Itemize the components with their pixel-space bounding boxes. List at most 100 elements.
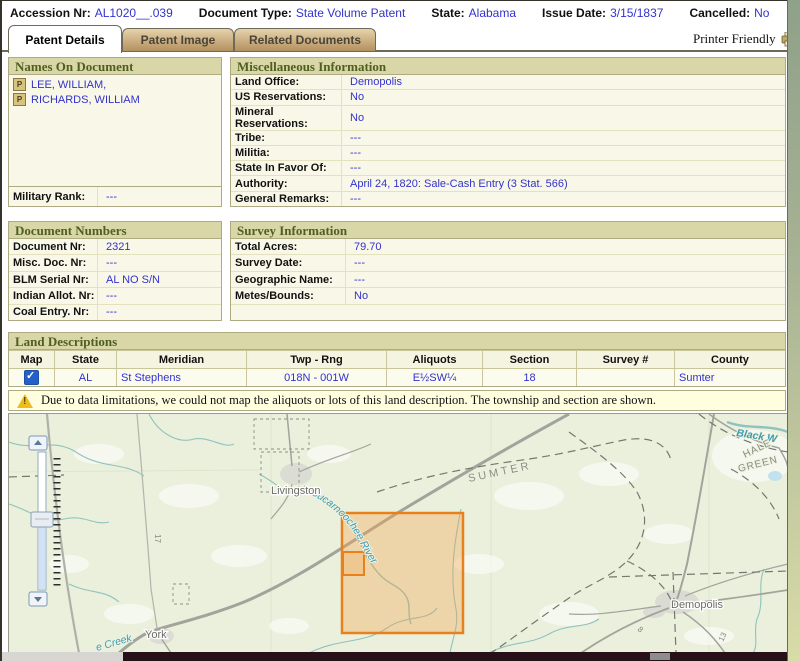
- field-value: AL NO S/N: [97, 272, 221, 287]
- doc-row-blm-serial-nr: BLM Serial Nr:AL NO S/N: [9, 272, 221, 288]
- township-map[interactable]: Sucarnoochee River Black W e Creek SUMTE…: [8, 413, 789, 654]
- col-survey-nr: Survey #: [577, 350, 675, 368]
- printer-friendly-button[interactable]: Printer Friendly: [693, 31, 798, 47]
- meridian-cell: St Stephens: [117, 368, 247, 386]
- names-list: P LEE, WILLIAM, P RICHARDS, WILLIAM: [9, 75, 221, 186]
- col-county: County: [675, 350, 785, 368]
- col-state: State: [55, 350, 117, 368]
- doc-rows: Document Nr:2321 Misc. Doc. Nr:--- BLM S…: [9, 239, 221, 320]
- military-rank-row: Military Rank: ---: [9, 186, 221, 206]
- col-twp-rng: Twp - Rng: [247, 350, 387, 368]
- town-label-livingston: Livingston: [271, 485, 321, 497]
- aliquots-cell: E½SW¼: [387, 368, 483, 386]
- misc-row-authority: Authority:April 24, 1820: Sale-Cash Entr…: [231, 176, 785, 191]
- name-entry: P LEE, WILLIAM,: [13, 78, 217, 91]
- road-label-17: 17: [153, 534, 162, 543]
- scrollbar-thumb[interactable]: [2, 652, 123, 661]
- misc-row-us-reservations: US Reservations:No: [231, 90, 785, 105]
- issuedate-field: Issue Date:3/15/1837: [542, 4, 663, 22]
- field-label: Indian Allot. Nr:: [9, 290, 97, 302]
- tab-patent-details[interactable]: Patent Details: [8, 25, 122, 53]
- field-value: ---: [341, 161, 785, 175]
- field-value: April 24, 1820: Sale-Cash Entry (3 Stat.…: [341, 176, 785, 190]
- field-value: 79.70: [345, 239, 785, 254]
- field-value: 2321: [97, 239, 221, 254]
- field-value: ---: [341, 146, 785, 160]
- tab-related-documents[interactable]: Related Documents: [234, 28, 376, 51]
- patentee-name-link[interactable]: LEE, WILLIAM,: [31, 79, 106, 91]
- misc-information-panel: Miscellaneous Information Land Office:De…: [230, 57, 786, 207]
- zoom-slider-fill: [39, 526, 45, 589]
- field-value: ---: [97, 305, 221, 320]
- patentee-icon: P: [13, 78, 26, 91]
- pond: [768, 471, 782, 481]
- printer-friendly-label: Printer Friendly: [693, 31, 776, 47]
- field-label: Metes/Bounds:: [231, 290, 345, 302]
- doc-panel-title: Document Numbers: [9, 222, 221, 239]
- horizontal-scrollbar[interactable]: [2, 652, 787, 661]
- misc-row-general-remarks: General Remarks:---: [231, 192, 785, 206]
- section-cell: 18: [483, 368, 577, 386]
- warning-text: Due to data limitations, we could not ma…: [41, 393, 656, 408]
- survey-nr-cell: [577, 368, 675, 386]
- field-value: ---: [345, 272, 785, 287]
- misc-row-tribe: Tribe:---: [231, 131, 785, 146]
- doctype-value: State Volume Patent: [296, 6, 405, 20]
- map-canvas[interactable]: Sucarnoochee River Black W e Creek SUMTE…: [9, 414, 788, 653]
- misc-row-militia: Militia:---: [231, 146, 785, 161]
- doctype-label: Document Type:: [199, 6, 292, 20]
- field-value: No: [341, 90, 785, 104]
- field-label: BLM Serial Nr:: [9, 274, 97, 286]
- survey-row-total-acres: Total Acres:79.70: [231, 239, 785, 255]
- warning-icon: [17, 394, 33, 408]
- misc-row-mineral-reservations: Mineral Reservations:No: [231, 106, 785, 131]
- patentee-icon: P: [13, 93, 26, 106]
- col-map: Map: [9, 350, 55, 368]
- field-value: ---: [345, 255, 785, 270]
- land-descriptions-panel: Land Descriptions Map State Meridian Twp…: [8, 332, 786, 387]
- field-label: US Reservations:: [231, 91, 341, 103]
- issuedate-value: 3/15/1837: [610, 6, 663, 20]
- land-panel-title: Land Descriptions: [9, 333, 785, 350]
- misc-row-state-in-favor-of: State In Favor Of:---: [231, 161, 785, 176]
- tab-patent-image[interactable]: Patent Image: [122, 28, 234, 51]
- field-label: Mineral Reservations:: [231, 106, 341, 130]
- survey-information-panel: Survey Information Total Acres:79.70 Sur…: [230, 221, 786, 321]
- field-label: Militia:: [231, 147, 341, 159]
- survey-rows: Total Acres:79.70 Survey Date:--- Geogra…: [231, 239, 785, 320]
- scrollbar-segment: [650, 653, 670, 660]
- accession-field: Accession Nr: AL1020__.039: [10, 4, 173, 22]
- window-top-border: [0, 0, 800, 1]
- field-label: Document Nr:: [9, 241, 97, 253]
- doc-row-indian-allot-nr: Indian Allot. Nr:---: [9, 288, 221, 304]
- window-left-border: [0, 0, 2, 661]
- col-meridian: Meridian: [117, 350, 247, 368]
- state-field: State:Alabama: [431, 4, 516, 22]
- accession-label: Accession Nr:: [10, 6, 91, 20]
- accession-value: AL1020__.039: [95, 6, 173, 20]
- survey-row-metes-bounds: Metes/Bounds:No: [231, 288, 785, 304]
- misc-rows: Land Office:Demopolis US Reservations:No…: [231, 75, 785, 206]
- doctype-field: Document Type: State Volume Patent: [199, 4, 406, 22]
- survey-row-empty: [231, 305, 785, 320]
- field-label: General Remarks:: [231, 193, 341, 205]
- field-label: Tribe:: [231, 132, 341, 144]
- land-table-header: Map State Meridian Twp - Rng Aliquots Se…: [9, 350, 785, 368]
- field-value: No: [341, 106, 785, 130]
- names-panel-title: Names On Document: [9, 58, 221, 75]
- field-value: No: [345, 288, 785, 303]
- field-value: Demopolis: [341, 75, 785, 89]
- name-entry: P RICHARDS, WILLIAM: [13, 93, 217, 106]
- document-numbers-panel: Document Numbers Document Nr:2321 Misc. …: [8, 221, 222, 321]
- patentee-name-link[interactable]: RICHARDS, WILLIAM: [31, 94, 140, 106]
- field-value: ---: [97, 255, 221, 270]
- map-checkbox[interactable]: [24, 370, 39, 385]
- patent-details-page: Accession Nr: AL1020__.039 Document Type:…: [0, 0, 800, 661]
- field-label: Total Acres:: [231, 241, 345, 253]
- town-label-demopolis: Demopolis: [671, 599, 723, 611]
- record-header: Accession Nr: AL1020__.039 Document Type:…: [2, 2, 787, 24]
- section-parcel[interactable]: [343, 552, 364, 575]
- field-value: ---: [97, 288, 221, 303]
- state-value: Alabama: [469, 6, 516, 20]
- map-cell: [9, 368, 55, 386]
